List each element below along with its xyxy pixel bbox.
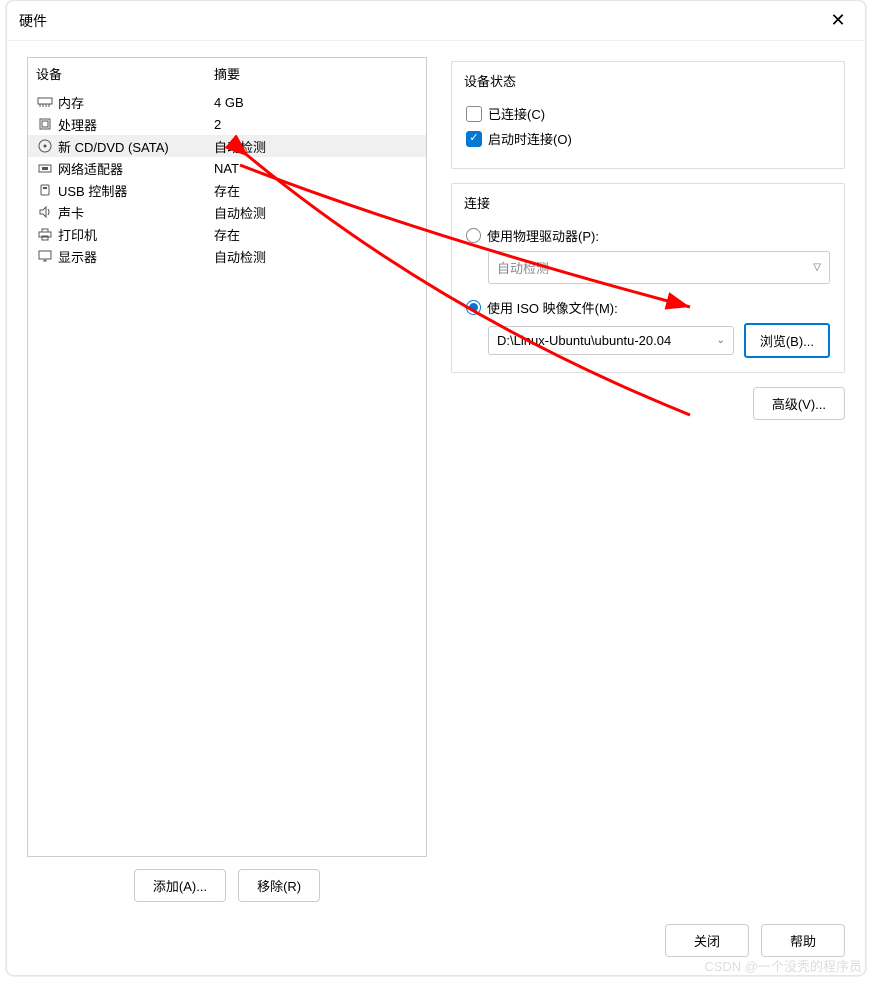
device-summary: NAT xyxy=(214,161,418,176)
watermark-right: CSDN @一个没秃的程序员 xyxy=(704,956,862,975)
advanced-button[interactable]: 高级(V)... xyxy=(753,387,845,420)
physical-drive-value: 自动检测 xyxy=(497,258,549,277)
device-name: 打印机 xyxy=(58,225,214,244)
iso-file-radio[interactable] xyxy=(466,300,481,315)
iso-select-wrap: D:\Linux-Ubuntu\ubuntu-20.04 ⌄ 浏览(B)... xyxy=(488,323,830,358)
physical-drive-select[interactable]: 自动检测 ▽ xyxy=(488,251,830,284)
close-icon[interactable]: ✕ xyxy=(823,6,853,36)
device-summary: 4 GB xyxy=(214,95,418,110)
help-button[interactable]: 帮助 xyxy=(761,924,845,957)
content-area: 设备 摘要 内存4 GB处理器2新 CD/DVD (SATA)自动检测网络适配器… xyxy=(7,41,865,912)
device-name: 网络适配器 xyxy=(58,159,214,178)
physical-drive-radio[interactable] xyxy=(466,228,481,243)
add-button[interactable]: 添加(A)... xyxy=(134,869,226,902)
connected-row[interactable]: 已连接(C) xyxy=(466,104,830,123)
connection-title: 连接 xyxy=(460,193,494,212)
chevron-down-icon: ⌄ xyxy=(716,335,724,346)
hardware-dialog: 硬件 ✕ 设备 摘要 内存4 GB处理器2新 CD/DVD (SATA)自动检测… xyxy=(6,0,866,976)
table-row[interactable]: 显示器自动检测 xyxy=(28,245,426,267)
device-name: 处理器 xyxy=(58,115,214,134)
header-summary: 摘要 xyxy=(214,64,418,83)
table-body: 内存4 GB处理器2新 CD/DVD (SATA)自动检测网络适配器NATUSB… xyxy=(28,91,426,856)
device-summary: 自动检测 xyxy=(214,137,418,156)
connect-poweron-checkbox[interactable] xyxy=(466,131,482,147)
device-summary: 自动检测 xyxy=(214,203,418,222)
device-name: 声卡 xyxy=(58,203,214,222)
device-name: 显示器 xyxy=(58,247,214,266)
connected-label: 已连接(C) xyxy=(488,104,545,123)
table-row[interactable]: 新 CD/DVD (SATA)自动检测 xyxy=(28,135,426,157)
device-name: USB 控制器 xyxy=(58,181,214,200)
left-pane: 设备 摘要 内存4 GB处理器2新 CD/DVD (SATA)自动检测网络适配器… xyxy=(27,57,427,902)
iso-file-label: 使用 ISO 映像文件(M): xyxy=(487,298,618,317)
display-icon xyxy=(36,248,54,264)
close-button[interactable]: 关闭 xyxy=(665,924,749,957)
table-row[interactable]: 网络适配器NAT xyxy=(28,157,426,179)
cpu-icon xyxy=(36,116,54,132)
device-summary: 2 xyxy=(214,117,418,132)
table-buttons: 添加(A)... 移除(R) xyxy=(27,869,427,902)
physical-drive-row[interactable]: 使用物理驱动器(P): xyxy=(466,226,830,245)
device-name: 内存 xyxy=(58,93,214,112)
sound-icon xyxy=(36,204,54,220)
device-table: 设备 摘要 内存4 GB处理器2新 CD/DVD (SATA)自动检测网络适配器… xyxy=(27,57,427,857)
dialog-title: 硬件 xyxy=(19,11,823,31)
usb-icon xyxy=(36,182,54,198)
chevron-down-icon: ▽ xyxy=(813,262,821,273)
printer-icon xyxy=(36,226,54,242)
device-status-group: 设备状态 已连接(C) 启动时连接(O) xyxy=(451,61,845,169)
table-row[interactable]: 处理器2 xyxy=(28,113,426,135)
device-name: 新 CD/DVD (SATA) xyxy=(58,137,214,156)
browse-button[interactable]: 浏览(B)... xyxy=(744,323,830,358)
table-header: 设备 摘要 xyxy=(28,58,426,91)
iso-file-row[interactable]: 使用 ISO 映像文件(M): xyxy=(466,298,830,317)
remove-button[interactable]: 移除(R) xyxy=(238,869,320,902)
device-summary: 存在 xyxy=(214,181,418,200)
device-summary: 存在 xyxy=(214,225,418,244)
right-pane: 设备状态 已连接(C) 启动时连接(O) 连接 使用物理驱动器(P): xyxy=(451,57,845,902)
connected-checkbox[interactable] xyxy=(466,106,482,122)
table-row[interactable]: 内存4 GB xyxy=(28,91,426,113)
iso-file-value: D:\Linux-Ubuntu\ubuntu-20.04 xyxy=(497,333,671,348)
connect-poweron-label: 启动时连接(O) xyxy=(488,129,572,148)
table-row[interactable]: 声卡自动检测 xyxy=(28,201,426,223)
memory-icon xyxy=(36,94,54,110)
iso-file-select[interactable]: D:\Linux-Ubuntu\ubuntu-20.04 ⌄ xyxy=(488,326,734,355)
device-summary: 自动检测 xyxy=(214,247,418,266)
header-device: 设备 xyxy=(36,64,214,83)
physical-drive-select-wrap: 自动检测 ▽ xyxy=(488,251,830,284)
titlebar: 硬件 ✕ xyxy=(7,1,865,41)
network-icon xyxy=(36,160,54,176)
physical-drive-label: 使用物理驱动器(P): xyxy=(487,226,599,245)
table-row[interactable]: 打印机存在 xyxy=(28,223,426,245)
table-row[interactable]: USB 控制器存在 xyxy=(28,179,426,201)
connection-group: 连接 使用物理驱动器(P): 自动检测 ▽ 使用 ISO 映像文件(M): xyxy=(451,183,845,373)
status-title: 设备状态 xyxy=(460,71,520,90)
cd-icon xyxy=(36,138,54,154)
advanced-row: 高级(V)... xyxy=(451,387,845,420)
connect-poweron-row[interactable]: 启动时连接(O) xyxy=(466,129,830,148)
